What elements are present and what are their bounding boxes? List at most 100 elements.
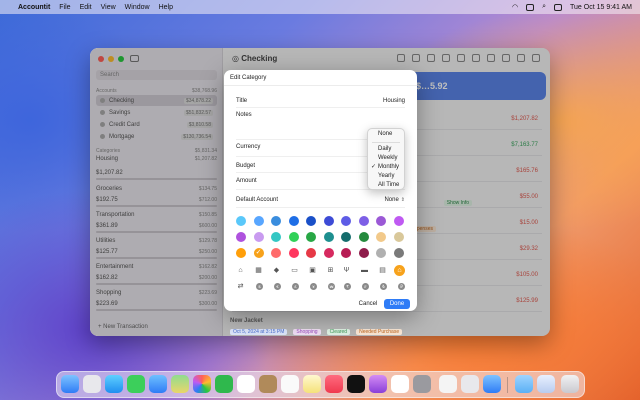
- lira-icon[interactable]: ₺: [380, 283, 387, 290]
- color-swatch[interactable]: [288, 216, 299, 226]
- menu-window[interactable]: Window: [125, 4, 150, 11]
- photos-icon[interactable]: [193, 375, 211, 393]
- color-swatch[interactable]: [393, 232, 404, 242]
- yen-icon[interactable]: ¥: [310, 283, 317, 290]
- dollar-icon[interactable]: $: [256, 283, 263, 290]
- color-swatch[interactable]: [271, 248, 281, 258]
- trash-icon[interactable]: [561, 375, 579, 393]
- wifi-icon[interactable]: ◠: [512, 3, 518, 11]
- system-settings-icon[interactable]: [413, 375, 431, 393]
- color-swatch[interactable]: [341, 216, 351, 226]
- contacts-icon[interactable]: [259, 375, 277, 393]
- color-swatch[interactable]: [306, 216, 316, 226]
- color-swatch[interactable]: [271, 216, 281, 226]
- done-button[interactable]: Done: [384, 299, 410, 309]
- menu-view[interactable]: View: [101, 4, 116, 11]
- color-swatch[interactable]: [253, 216, 264, 226]
- default-account-select[interactable]: None ⇕: [384, 197, 405, 203]
- finder-icon[interactable]: [61, 375, 79, 393]
- maps-icon[interactable]: [171, 375, 189, 393]
- mail-icon[interactable]: [149, 375, 167, 393]
- menu-edit[interactable]: Edit: [80, 4, 92, 11]
- color-swatch[interactable]: [288, 232, 299, 242]
- battery-icon[interactable]: [526, 3, 535, 11]
- color-swatch[interactable]: [393, 248, 404, 258]
- menu-item-weekly[interactable]: Weekly: [372, 154, 402, 163]
- color-swatch[interactable]: [341, 248, 351, 258]
- pencil-app-icon[interactable]: [439, 375, 457, 393]
- safari-icon[interactable]: [105, 375, 123, 393]
- tv-icon[interactable]: [347, 375, 365, 393]
- news-icon[interactable]: [391, 375, 409, 393]
- folder-icon[interactable]: [515, 375, 533, 393]
- color-swatch[interactable]: [271, 232, 281, 242]
- gift-icon[interactable]: ▤: [378, 266, 387, 275]
- dock: [56, 371, 585, 398]
- messages-icon[interactable]: [127, 375, 145, 393]
- color-swatch[interactable]: [323, 232, 334, 242]
- color-swatch[interactable]: ✓: [253, 248, 264, 258]
- won-icon[interactable]: ₩: [328, 283, 335, 290]
- menu-item-all-time[interactable]: All Time: [372, 181, 402, 190]
- title-field[interactable]: Housing: [383, 98, 405, 104]
- menu-item-none[interactable]: None: [372, 130, 402, 139]
- menu-bar: Accountit File Edit View Window Help ◠ ⌕…: [0, 0, 640, 14]
- house-icon[interactable]: ⌂: [394, 265, 405, 276]
- color-swatch[interactable]: [306, 232, 316, 242]
- color-swatch[interactable]: [323, 216, 334, 226]
- franc-icon[interactable]: ₣: [362, 283, 369, 290]
- car-icon[interactable]: ▬: [360, 266, 369, 275]
- cancel-button[interactable]: Cancel: [355, 299, 381, 309]
- color-swatch[interactable]: [376, 216, 386, 226]
- bag-icon[interactable]: ▣: [308, 266, 317, 275]
- cart-icon[interactable]: ⊞: [326, 266, 335, 275]
- color-swatch[interactable]: [288, 248, 299, 258]
- ruble-icon[interactable]: ₽: [398, 283, 405, 290]
- building-icon[interactable]: ▦: [254, 266, 263, 275]
- control-center-icon[interactable]: [554, 3, 562, 11]
- tag-icon[interactable]: ◆: [272, 266, 281, 275]
- reminders-icon[interactable]: [281, 375, 299, 393]
- rupee-icon[interactable]: ₹: [344, 283, 351, 290]
- card-icon[interactable]: ▭: [290, 266, 299, 275]
- repeat-icon[interactable]: ⇄: [236, 282, 245, 291]
- menu-item-monthly[interactable]: Monthly: [371, 163, 402, 172]
- chevron-updown-icon: ⇕: [400, 197, 405, 203]
- music-icon[interactable]: [325, 375, 343, 393]
- menu-help[interactable]: Help: [159, 4, 173, 11]
- color-swatch[interactable]: [376, 232, 386, 242]
- budget-period-menu: None Daily Weekly Monthly Yearly All Tim…: [367, 128, 405, 190]
- facetime-icon[interactable]: [215, 375, 233, 393]
- pound-icon[interactable]: £: [292, 283, 299, 290]
- color-swatch[interactable]: [393, 216, 404, 226]
- color-swatch[interactable]: [306, 248, 316, 258]
- menu-app-name[interactable]: Accountit: [18, 4, 50, 11]
- preview-icon[interactable]: [461, 375, 479, 393]
- notes-icon[interactable]: [303, 375, 321, 393]
- menu-item-yearly[interactable]: Yearly: [372, 172, 402, 181]
- budget-label: Budget: [236, 163, 256, 169]
- menu-item-daily[interactable]: Daily: [372, 145, 402, 154]
- color-swatch[interactable]: [236, 216, 246, 226]
- color-swatch[interactable]: [236, 232, 246, 242]
- accountit-icon[interactable]: [483, 375, 501, 393]
- downloads-icon[interactable]: [537, 375, 555, 393]
- bank-icon[interactable]: ⌂: [236, 266, 245, 275]
- color-swatch[interactable]: [376, 248, 386, 258]
- divider: [236, 107, 405, 108]
- search-icon[interactable]: ⌕: [542, 3, 546, 11]
- color-swatch[interactable]: [341, 232, 351, 242]
- color-swatch[interactable]: [358, 216, 369, 226]
- color-swatch[interactable]: [358, 232, 369, 242]
- color-swatch[interactable]: [358, 248, 369, 258]
- launchpad-icon[interactable]: [83, 375, 101, 393]
- utensils-icon[interactable]: Ψ: [342, 266, 351, 275]
- menu-file[interactable]: File: [59, 4, 70, 11]
- clock[interactable]: Tue Oct 15 9:41 AM: [570, 4, 632, 11]
- calendar-icon[interactable]: [237, 375, 255, 393]
- color-swatch[interactable]: [236, 248, 246, 258]
- color-swatch[interactable]: [253, 232, 264, 242]
- color-swatch[interactable]: [323, 248, 334, 258]
- euro-icon[interactable]: €: [274, 283, 281, 290]
- podcasts-icon[interactable]: [369, 375, 387, 393]
